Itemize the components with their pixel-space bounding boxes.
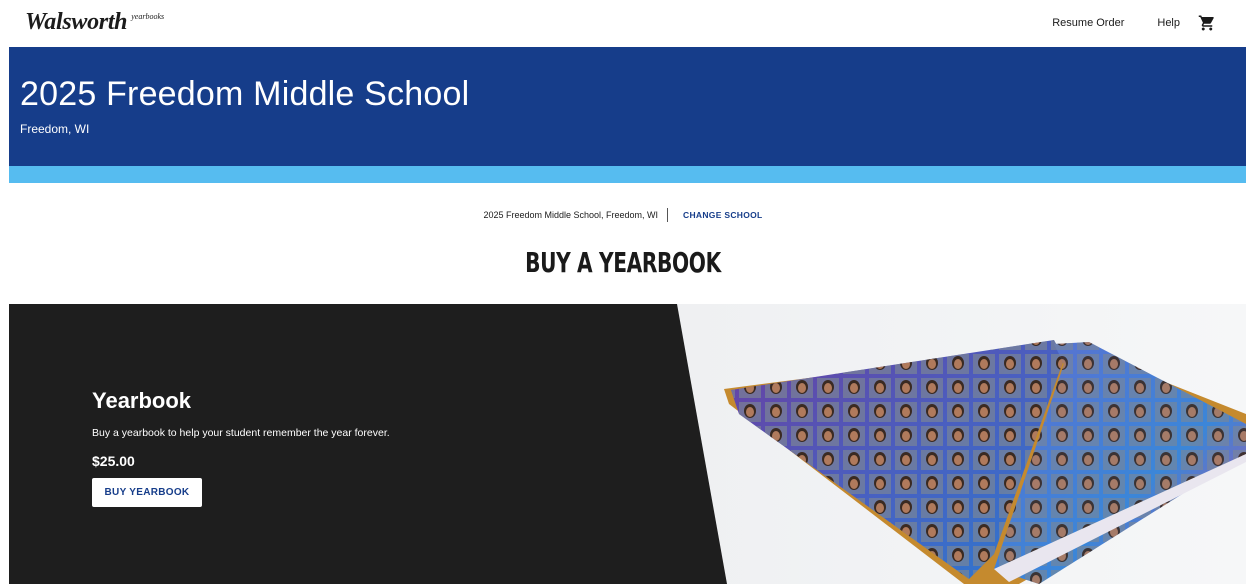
logo-tagline: yearbooks: [131, 12, 165, 21]
product-info: Yearbook Buy a yearbook to help your stu…: [92, 388, 390, 507]
school-location: Freedom, WI: [20, 122, 90, 136]
hero-accent-stripe: [9, 166, 1246, 183]
school-selector-divider: [667, 208, 669, 222]
school-title: 2025 Freedom Middle School: [20, 75, 470, 113]
product-price: $25.00: [92, 453, 135, 469]
resume-order-link[interactable]: Resume Order: [1052, 17, 1124, 29]
buy-yearbook-button[interactable]: BUY YEARBOOK: [92, 478, 202, 507]
walsworth-logo[interactable]: Walsworth yearbooks: [25, 9, 164, 35]
product-description: Buy a yearbook to help your student reme…: [92, 427, 390, 439]
school-hero-banner: 2025 Freedom Middle School Freedom, WI: [9, 47, 1246, 166]
logo-wordmark: Walsworth: [25, 9, 128, 35]
page-title: BUY A YEARBOOK: [525, 246, 721, 279]
help-link[interactable]: Help: [1157, 17, 1180, 29]
top-navigation: Walsworth yearbooks Resume Order Help: [0, 0, 1246, 47]
change-school-link[interactable]: CHANGE SCHOOL: [683, 210, 762, 220]
product-title: Yearbook: [92, 388, 192, 413]
yearbook-product-card: Yearbook Buy a yearbook to help your stu…: [9, 304, 1246, 584]
school-selector: 2025 Freedom Middle School, Freedom, WI …: [0, 208, 1246, 222]
header-links: Resume Order Help: [1052, 14, 1216, 32]
shopping-cart-icon[interactable]: [1198, 14, 1216, 32]
selected-school-text: 2025 Freedom Middle School, Freedom, WI: [483, 210, 659, 220]
